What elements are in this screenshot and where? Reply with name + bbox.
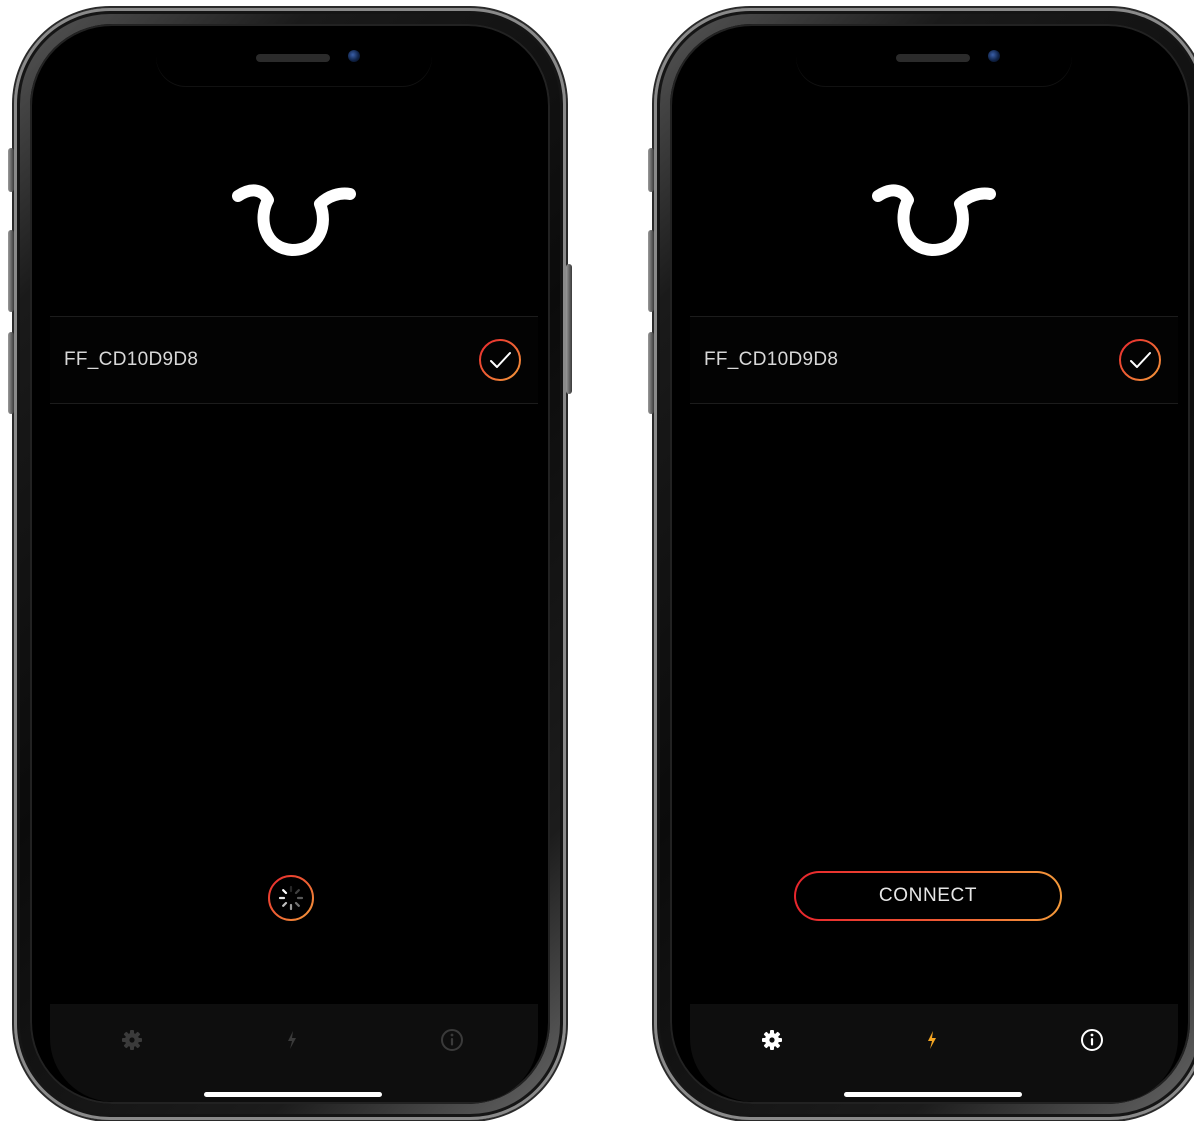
spinner-icon: [268, 875, 314, 921]
volume-up-button: [648, 230, 654, 312]
power-button: [566, 264, 572, 394]
device-list-item[interactable]: FF_CD10D9D8: [50, 316, 538, 404]
checkmark-circle-icon[interactable]: [1118, 338, 1162, 382]
tab-bar: [690, 1004, 1178, 1102]
phone-frame-right: FF_CD10D9D8 CONNECT: [648, 8, 1194, 1120]
front-camera: [988, 50, 1000, 62]
tab-bar: [50, 1004, 538, 1102]
app-screen-scanning: FF_CD10D9D8: [50, 38, 538, 1102]
info-icon[interactable]: [1078, 1026, 1106, 1054]
device-name-label: FF_CD10D9D8: [704, 349, 839, 370]
lightning-icon[interactable]: [278, 1026, 306, 1054]
info-icon[interactable]: [438, 1026, 466, 1054]
gear-icon[interactable]: [758, 1026, 786, 1054]
volume-down-button: [8, 332, 14, 414]
volume-up-button: [8, 230, 14, 312]
home-indicator[interactable]: [204, 1092, 382, 1097]
home-indicator[interactable]: [844, 1092, 1022, 1097]
front-camera: [348, 50, 360, 62]
connect-button[interactable]: CONNECT: [794, 871, 1062, 921]
horns-logo-icon: [872, 184, 996, 256]
mute-switch: [8, 148, 14, 192]
speaker-grille: [256, 54, 330, 62]
gear-icon[interactable]: [118, 1026, 146, 1054]
speaker-grille: [896, 54, 970, 62]
checkmark-circle-icon[interactable]: [478, 338, 522, 382]
horns-logo-icon: [232, 184, 356, 256]
phone-frame-left: FF_CD10D9D8: [8, 8, 572, 1120]
device-list-item[interactable]: FF_CD10D9D8: [690, 316, 1178, 404]
notch: [156, 38, 432, 86]
mute-switch: [648, 148, 654, 192]
device-name-label: FF_CD10D9D8: [64, 349, 199, 370]
lightning-icon[interactable]: [918, 1026, 946, 1054]
mockup-stage: FF_CD10D9D8 FF_CD10D9D8 CONNECT: [0, 0, 1194, 1121]
app-screen-ready: FF_CD10D9D8 CONNECT: [690, 38, 1178, 1102]
volume-down-button: [648, 332, 654, 414]
notch: [796, 38, 1072, 86]
